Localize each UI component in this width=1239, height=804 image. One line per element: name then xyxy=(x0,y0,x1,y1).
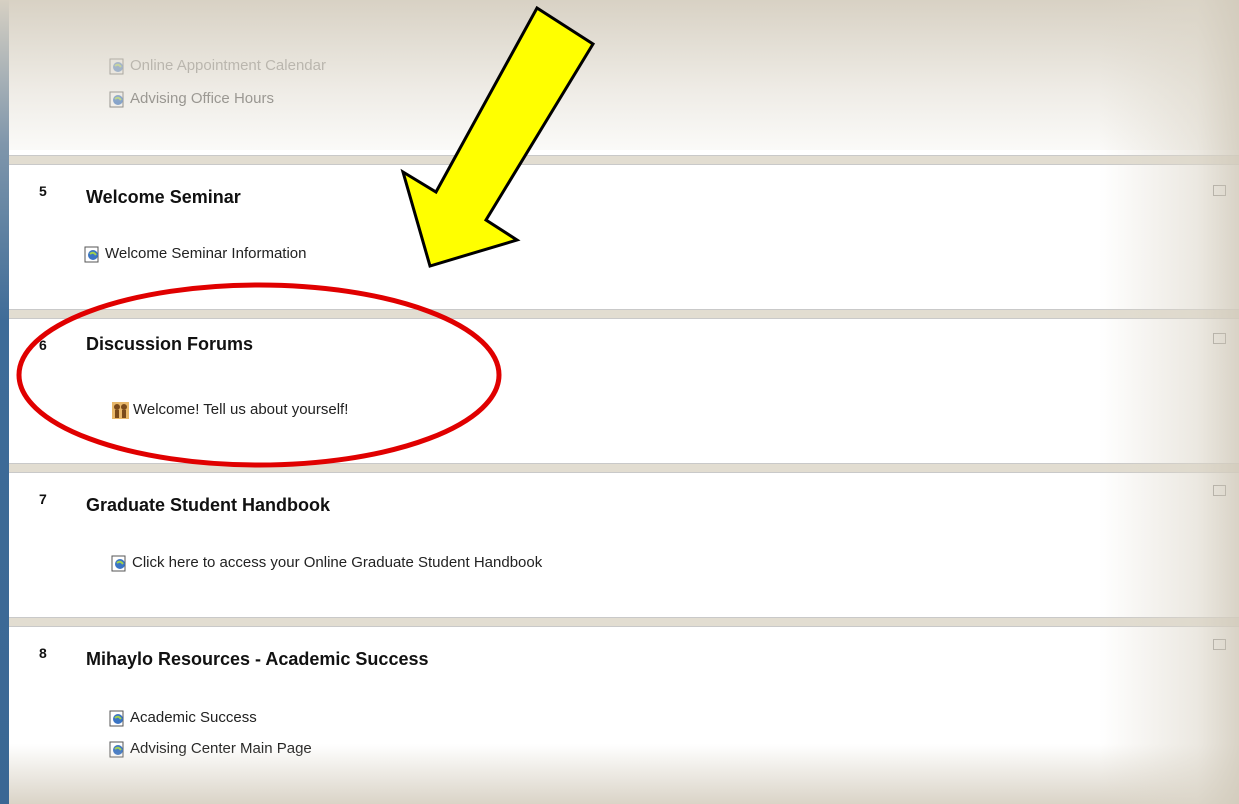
resource-label: Advising Center Main Page xyxy=(130,740,312,757)
resource-label: Advising Office Hours xyxy=(130,90,274,107)
course-section-8: 8 Mihaylo Resources - Academic Success A… xyxy=(9,626,1239,804)
section-title: Welcome Seminar xyxy=(86,187,241,207)
web-page-icon xyxy=(84,246,99,263)
resource-label: Welcome Seminar Information xyxy=(105,245,307,262)
course-section-6: 6 Discussion Forums Welcome! Tell us abo… xyxy=(9,318,1239,464)
resource-label: Online Appointment Calendar xyxy=(130,57,326,74)
left-edge-bar xyxy=(0,0,9,804)
web-page-icon xyxy=(109,710,124,727)
section-number: 7 xyxy=(39,491,47,507)
resource-link[interactable]: Academic Success xyxy=(109,709,257,727)
course-section-7: 7 Graduate Student Handbook Click here t… xyxy=(9,472,1239,618)
section-title: Graduate Student Handbook xyxy=(86,495,331,515)
course-section-5: 5 Welcome Seminar Welcome Seminar Inform… xyxy=(9,164,1239,310)
forum-icon xyxy=(112,401,129,419)
section-checkbox[interactable] xyxy=(1213,639,1226,650)
section-title: Discussion Forums xyxy=(86,334,254,354)
section-checkbox[interactable] xyxy=(1213,185,1226,196)
web-page-icon xyxy=(109,91,124,108)
web-page-icon xyxy=(109,741,124,758)
resource-link[interactable]: Advising Center Main Page xyxy=(109,740,312,758)
section-number: 5 xyxy=(39,183,47,199)
course-section-4: Online Appointment Calendar Advising Off… xyxy=(9,0,1239,156)
resource-link[interactable]: Advising Office Hours xyxy=(109,90,274,108)
resource-link[interactable]: Welcome Seminar Information xyxy=(84,245,306,263)
resource-link[interactable]: Online Appointment Calendar xyxy=(109,57,326,75)
section-number: 6 xyxy=(39,337,47,353)
resource-label: Click here to access your Online Graduat… xyxy=(132,554,543,571)
web-page-icon xyxy=(109,58,124,75)
section-checkbox[interactable] xyxy=(1213,333,1226,344)
resource-label: Welcome! Tell us about yourself! xyxy=(133,401,349,418)
section-checkbox[interactable] xyxy=(1213,485,1226,496)
resource-link[interactable]: Welcome! Tell us about yourself! xyxy=(112,401,348,419)
resource-label: Academic Success xyxy=(130,709,257,726)
web-page-icon xyxy=(111,555,126,572)
section-number: 8 xyxy=(39,645,47,661)
resource-link[interactable]: Click here to access your Online Graduat… xyxy=(111,554,542,572)
section-title: Mihaylo Resources - Academic Success xyxy=(86,649,429,669)
